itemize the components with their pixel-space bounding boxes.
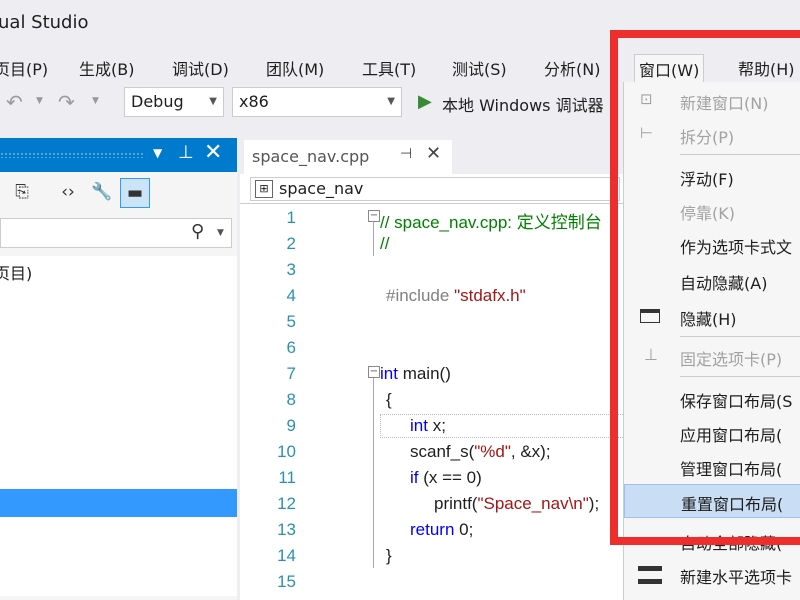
outline-line: [373, 378, 374, 568]
navigation-bar: ⊞ space_nav: [240, 174, 625, 204]
menu-build[interactable]: 生成(B): [75, 54, 138, 82]
configuration-select[interactable]: Debug ▼: [124, 87, 224, 117]
string-token: "stdafx.h": [454, 286, 526, 305]
close-icon[interactable]: ✕: [204, 140, 222, 165]
collapse-icon[interactable]: −: [368, 210, 380, 222]
code-line-11: if (x == 0): [410, 468, 482, 488]
code-line-4: #include "stdafx.h": [386, 286, 526, 306]
scope-select[interactable]: ⊞ space_nav: [250, 177, 620, 201]
function-token: scanf_s(: [410, 442, 475, 461]
menu-debug[interactable]: 调试(D): [168, 54, 233, 82]
solution-tree: 页目): [0, 256, 237, 596]
preprocessor-token: #include: [386, 286, 455, 305]
line-number: 10: [277, 442, 296, 461]
keyword-token: int: [410, 416, 428, 435]
line-number: 7: [286, 364, 296, 383]
line-number: 3: [286, 260, 296, 279]
code-area[interactable]: − − // space_nav.cpp: 定义控制台 // #include …: [300, 204, 625, 600]
copy-icon[interactable]: ⎘: [8, 178, 36, 206]
tab-space-nav-cpp[interactable]: space_nav.cpp ⊣ ✕: [244, 140, 452, 174]
code-line-13: return 0;: [410, 520, 473, 540]
function-token: printf(: [434, 494, 478, 513]
code-line-8: {: [386, 390, 392, 409]
keyword-token: int: [380, 364, 398, 383]
code-line-1: // space_nav.cpp: 定义控制台: [380, 213, 602, 232]
panel-dropdown-icon[interactable]: ▼: [153, 146, 162, 160]
tab-pin-icon[interactable]: ⊣: [400, 146, 412, 162]
platform-value: x86: [239, 92, 269, 111]
line-number: 14: [277, 546, 296, 565]
configuration-value: Debug: [131, 92, 184, 111]
code-line-9: int x;: [410, 416, 446, 436]
horizontal-tab-group-icon: [638, 566, 662, 584]
tab-close-icon[interactable]: ✕: [426, 143, 441, 164]
line-number-gutter: 1 2 3 4 5 6 7 8 9 10 11 12 13 14 15: [240, 204, 300, 600]
search-input[interactable]: ⚲ ▼: [0, 218, 232, 248]
code-token: (x == 0): [418, 468, 482, 487]
menu-item-new-horizontal-tab-group[interactable]: 新建水平选项卡: [624, 558, 800, 592]
tree-item-selected[interactable]: [0, 489, 237, 517]
menu-project[interactable]: 页目(P): [0, 54, 52, 82]
code-editor: space_nav.cpp ⊣ ✕ ⊞ space_nav 1 2 3 4 5 …: [240, 138, 625, 600]
line-number: 12: [277, 494, 296, 513]
line-number: 15: [277, 572, 296, 591]
chevron-down-icon: ▼: [387, 96, 395, 107]
tab-title: space_nav.cpp: [252, 147, 370, 166]
window-title: ual Studio: [0, 12, 89, 33]
code-line-2: //: [380, 234, 390, 253]
string-token: "Space_nav\n": [477, 494, 589, 513]
code-line-7: int main(): [380, 364, 451, 384]
pin-icon[interactable]: ⊥: [178, 142, 194, 163]
project-icon: ⊞: [255, 180, 273, 198]
undo-icon[interactable]: ↶: [6, 90, 23, 114]
line-number: 8: [286, 390, 296, 409]
code-token: x;: [427, 416, 446, 435]
code-token: , &x);: [510, 442, 551, 461]
platform-select[interactable]: x86 ▼: [232, 87, 402, 117]
menu-item-label: 新建水平选项卡: [680, 568, 793, 587]
line-number: 9: [286, 416, 296, 435]
menu-team[interactable]: 团队(M): [262, 54, 328, 82]
search-icon[interactable]: ⚲: [191, 221, 204, 242]
highlight-annotation: [610, 30, 800, 545]
code-line-14: }: [386, 546, 392, 565]
menu-tools[interactable]: 工具(T): [358, 54, 420, 82]
collapse-icon[interactable]: ▬: [120, 178, 150, 208]
line-number: 4: [286, 286, 296, 305]
code-token: );: [588, 494, 600, 513]
undo-dropdown-icon[interactable]: ▼: [36, 96, 43, 106]
search-options-icon[interactable]: ▼: [217, 228, 224, 238]
code-token: 0;: [454, 520, 474, 539]
start-debug-icon[interactable]: ▶: [418, 91, 432, 112]
line-number: 1: [286, 208, 296, 227]
wrench-icon[interactable]: 🔧: [88, 178, 116, 206]
start-debug-button[interactable]: 本地 Windows 调试器: [442, 92, 604, 116]
line-number: 5: [286, 312, 296, 331]
collapse-icon[interactable]: −: [368, 366, 380, 378]
scope-value: space_nav: [279, 179, 364, 198]
redo-icon[interactable]: ↷: [58, 90, 75, 114]
redo-dropdown-icon[interactable]: ▼: [92, 96, 99, 106]
document-tabs: space_nav.cpp ⊣ ✕: [240, 138, 625, 174]
code-token: main(): [397, 364, 451, 383]
keyword-token: return: [410, 520, 455, 539]
code-line-10: scanf_s("%d", &x);: [410, 442, 551, 462]
panel-header: ▼ ⊥ ✕: [0, 138, 237, 172]
panel-toolbar: ⎘ ‹› 🔧 ▬: [0, 174, 237, 212]
line-number: 13: [277, 520, 296, 539]
string-token: "%d": [474, 442, 511, 461]
menu-test[interactable]: 测试(S): [448, 54, 511, 82]
menu-analyze[interactable]: 分析(N): [540, 54, 604, 82]
code-line-12: printf("Space_nav\n");: [434, 494, 599, 514]
code-view-icon[interactable]: ‹›: [54, 178, 82, 206]
tree-item[interactable]: 页目): [0, 260, 32, 284]
line-number: 11: [278, 468, 296, 487]
chevron-down-icon: ▼: [209, 96, 217, 107]
line-number: 6: [286, 338, 296, 357]
keyword-token: if: [410, 468, 419, 487]
solution-explorer-panel: ▼ ⊥ ✕ ⎘ ‹› 🔧 ▬ ⚲ ▼ 页目): [0, 138, 237, 600]
line-number: 2: [286, 234, 296, 253]
outline-line: [373, 222, 374, 256]
grip-icon: [0, 152, 145, 158]
